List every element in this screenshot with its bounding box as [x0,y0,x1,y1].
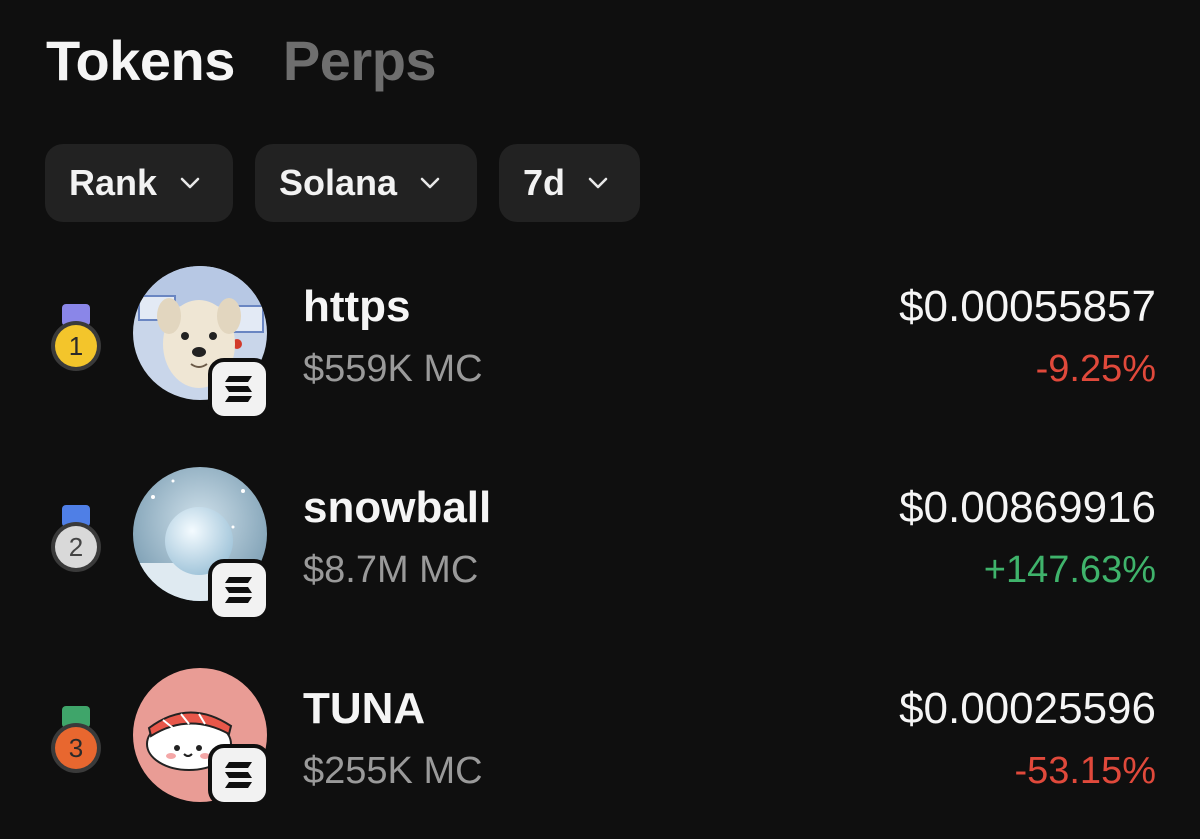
timeframe-filter-label: 7d [523,162,566,203]
token-name: snowball [303,483,492,532]
token-market-cap: $255K MC [303,750,483,792]
tab-tokens[interactable]: Tokens [46,28,235,93]
token-change: -9.25% [1035,348,1156,390]
token-row[interactable]: 3 TUNA $255K MC $0.00025596 -53.15% [0,668,1200,808]
rank-filter-dropdown[interactable]: Rank [45,144,233,222]
token-price: $0.00055857 [899,282,1156,331]
token-price: $0.00869916 [899,483,1156,532]
chevron-down-icon [588,177,608,189]
token-list-screen: Tokens Perps Rank Solana 7d 1 https $559… [0,0,1200,839]
chevron-down-icon [420,177,440,189]
solana-icon [208,744,270,806]
timeframe-filter-dropdown[interactable]: 7d [499,144,640,222]
rank-number: 1 [69,331,83,361]
tab-perps[interactable]: Perps [283,28,437,93]
token-market-cap: $8.7M MC [303,549,479,591]
token-price: $0.00025596 [899,684,1156,733]
token-name: TUNA [303,684,426,733]
solana-logo [225,376,252,402]
solana-logo [225,762,252,788]
token-change: +147.63% [983,549,1156,591]
token-market-cap: $559K MC [303,348,483,390]
filter-bar: Rank Solana 7d [45,144,640,222]
rank-number: 2 [69,532,83,562]
token-name: https [303,282,411,331]
token-row[interactable]: 1 https $559K MC $0.00055857 -9.25% [0,266,1200,420]
rank-number: 3 [69,733,83,763]
solana-icon [208,358,270,420]
gold-medal-icon: 1 [51,304,101,371]
bronze-medal-icon: 3 [51,706,101,773]
silver-medal-icon: 2 [51,505,101,572]
chevron-down-icon [180,177,200,189]
tab-bar: Tokens Perps [46,28,437,93]
chain-filter-label: Solana [279,162,398,203]
rank-filter-label: Rank [69,162,158,203]
token-change: -53.15% [1014,750,1156,792]
token-row[interactable]: 2 snowball $8.7M MC $0.00869916 +147.63% [0,467,1200,621]
chain-filter-dropdown[interactable]: Solana [255,144,477,222]
solana-logo [225,577,252,603]
solana-icon [208,559,270,621]
